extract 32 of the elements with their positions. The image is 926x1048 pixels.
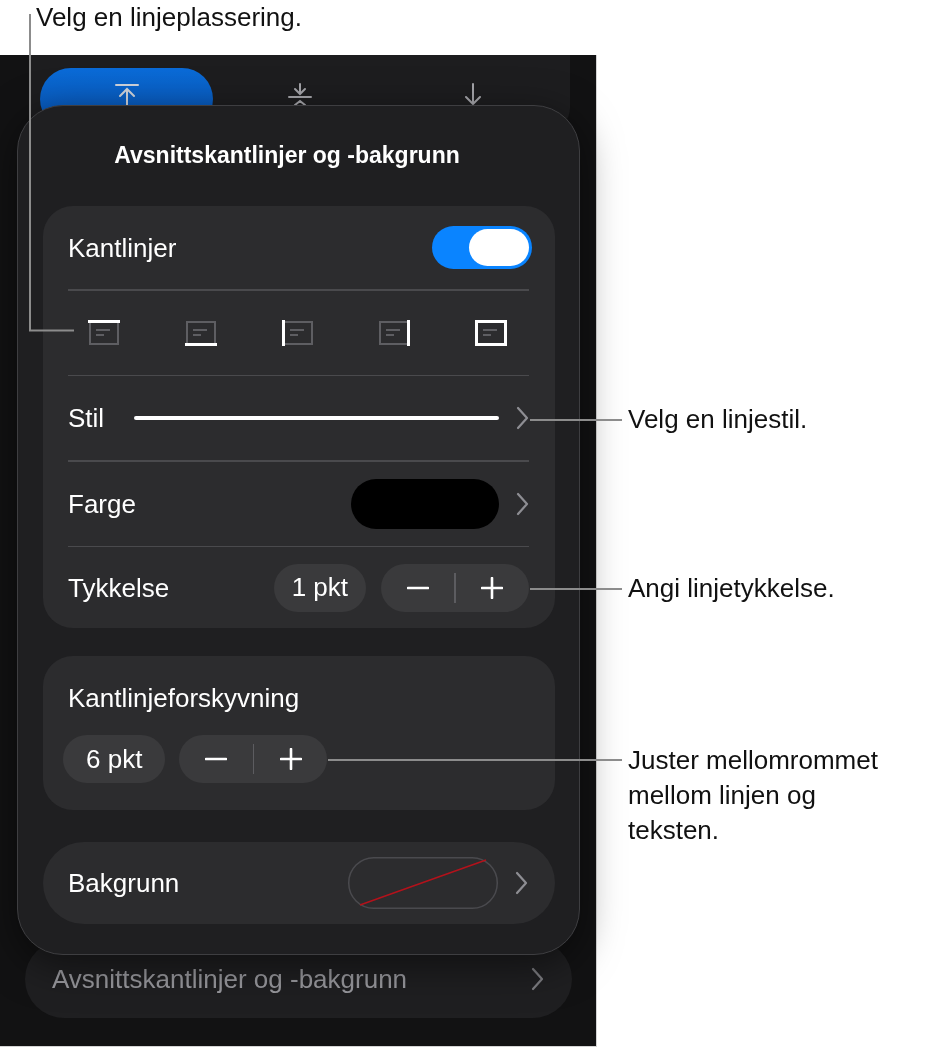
box-border-icon[interactable]	[475, 319, 507, 346]
left-border-icon[interactable]	[281, 319, 314, 346]
callout-text: Angi linjetykkelse.	[628, 572, 835, 605]
top-border-icon[interactable]	[88, 319, 120, 346]
row-label: Kantlinjeforskyvning	[67, 682, 301, 714]
toggle-switch[interactable]	[432, 226, 532, 269]
row-label: Kantlinjer	[68, 231, 177, 264]
chevron-icon[interactable]	[531, 967, 544, 991]
align-middle-icon	[287, 83, 313, 105]
chevron-icon[interactable]	[516, 491, 529, 516]
value-field[interactable]: 6 pkt	[63, 735, 166, 783]
row-label: Farge	[68, 487, 136, 520]
minus-icon	[205, 757, 227, 761]
solid-line-icon	[134, 416, 499, 420]
callout-text: Juster mellomrommet mellom linjen og teksten.	[628, 744, 879, 847]
chevron-icon[interactable]	[515, 871, 528, 895]
value-field[interactable]: 1 pkt	[273, 563, 366, 612]
row-label: Bakgrunn	[68, 867, 180, 899]
color-swatch-icon[interactable]	[351, 478, 499, 529]
callout-text: Velg en linjestil.	[628, 403, 808, 436]
minus-icon	[406, 585, 429, 590]
bottom-border-icon[interactable]	[184, 319, 217, 346]
plus-icon	[279, 748, 302, 770]
row-label: Tykkelse	[68, 571, 170, 604]
popover-title: Avsnittskantlinjer og -bakgrunn	[113, 141, 461, 170]
chevron-icon[interactable]	[516, 406, 529, 430]
row-label: Stil	[68, 402, 105, 434]
right-border-icon[interactable]	[378, 319, 411, 346]
no-fill-swatch-icon[interactable]	[348, 857, 498, 909]
align-top-icon	[113, 83, 140, 105]
callout-text: Velg en linjeplassering.	[36, 1, 302, 34]
plus-icon	[481, 576, 504, 599]
